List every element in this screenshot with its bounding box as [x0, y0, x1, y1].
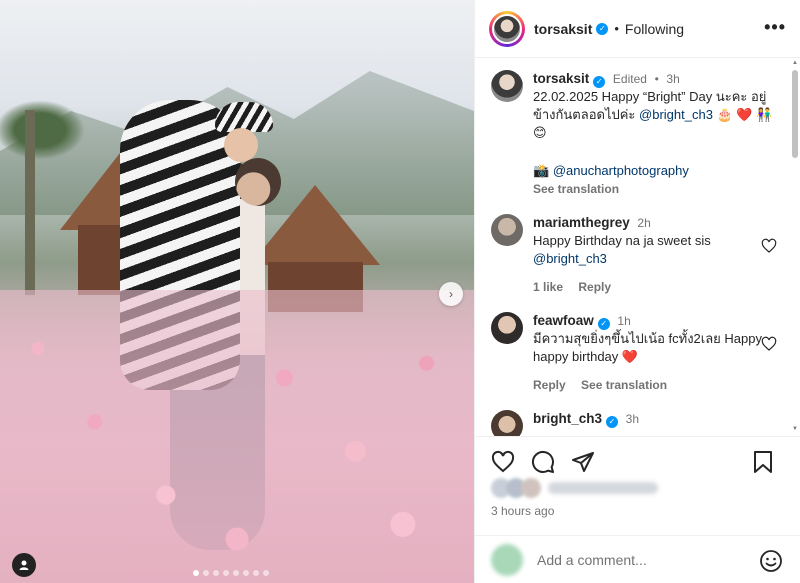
camera-icon: 📸	[533, 163, 550, 178]
comment-reply-button[interactable]: Reply	[578, 280, 611, 294]
comment-actions: 1 like Reply	[533, 278, 773, 296]
photo-credit: 📸 @anuchartphotography	[533, 162, 773, 180]
comment-age[interactable]: 1h	[617, 314, 630, 328]
comment-username[interactable]: bright_ch3	[533, 411, 602, 426]
comment-text: Happy Birthday na ja sweet sis @bright_c…	[533, 232, 773, 268]
carousel-dot	[203, 570, 209, 576]
author-avatar[interactable]	[492, 13, 522, 44]
post-side-panel: torsaksit ✓ • Following ••• torsaksit ✓ E…	[474, 0, 800, 583]
comment-age[interactable]: 3h	[626, 412, 639, 426]
caption-avatar[interactable]	[491, 70, 523, 102]
verified-badge-icon: ✓	[597, 318, 610, 330]
heart-icon[interactable]	[491, 450, 515, 474]
comment-age[interactable]: 2h	[637, 216, 650, 230]
comments-scrollbar[interactable]: ▲ ▼	[792, 58, 798, 436]
commenter-avatar[interactable]	[491, 312, 523, 344]
add-comment-input[interactable]: Add a comment...	[537, 552, 647, 568]
comment-heart-icon[interactable]	[761, 238, 777, 254]
carousel-dot	[233, 570, 239, 576]
carousel-dot	[213, 570, 219, 576]
comment-icon[interactable]	[531, 450, 555, 474]
more-options-icon[interactable]: •••	[764, 17, 786, 38]
commenter-avatar[interactable]	[491, 410, 523, 436]
scrollbar-thumb[interactable]	[792, 70, 798, 158]
verified-badge-icon: ✓	[593, 76, 606, 88]
post-header: torsaksit ✓ • Following •••	[475, 0, 800, 58]
carousel-next-button[interactable]: ›	[439, 282, 463, 306]
liked-by-summary[interactable]	[491, 478, 658, 498]
carousel-dots	[193, 570, 269, 576]
header-separator: •	[614, 21, 619, 36]
caption-username[interactable]: torsaksit	[533, 71, 589, 86]
see-translation-link[interactable]: See translation	[533, 180, 773, 198]
woman-face	[224, 128, 258, 162]
comment-item: bright_ch3 ✓ 3h	[491, 410, 785, 436]
post-timestamp[interactable]: 3 hours ago	[491, 504, 554, 518]
liker-avatar	[521, 478, 541, 498]
comment-mention[interactable]: @bright_ch3	[533, 251, 607, 266]
comment-item: mariamthegrey 2h Happy Birthday na ja sw…	[491, 214, 785, 296]
comment-username[interactable]: feawfoaw	[533, 313, 594, 328]
verified-badge-icon: ✓	[606, 416, 619, 428]
palm-tree-trunk	[25, 110, 35, 295]
comment-item: feawfoaw ✓ 1h มีความสุขยิ่งๆขึ้นไปเน้อ fc…	[491, 312, 785, 394]
flower-field	[0, 290, 474, 583]
share-icon[interactable]	[571, 450, 595, 474]
edited-label: Edited	[612, 72, 647, 86]
add-comment-bar: Add a comment...	[475, 535, 800, 583]
commenter-avatar[interactable]	[491, 214, 523, 246]
post-dialog: › torsaksit ✓ • Following ••• torsaksit …	[0, 0, 800, 583]
likes-count-blurred	[548, 482, 658, 494]
emoji-icon[interactable]	[759, 549, 783, 573]
carousel-dot	[253, 570, 259, 576]
verified-badge-icon: ✓	[596, 22, 609, 35]
carousel-dot	[243, 570, 249, 576]
current-user-avatar	[491, 543, 523, 576]
author-username[interactable]: torsaksit	[534, 21, 592, 37]
caption-mention[interactable]: @bright_ch3	[639, 107, 713, 122]
author-avatar-ring[interactable]	[489, 10, 525, 47]
caption: torsaksit ✓ Edited • 3h 22.02.2025 Happy …	[491, 70, 785, 198]
comment-text-body: Happy Birthday na ja sweet sis	[533, 233, 711, 248]
photo-credit-mention[interactable]: @anuchartphotography	[553, 163, 689, 178]
caption-age[interactable]: 3h	[666, 72, 679, 86]
man-head	[235, 158, 281, 206]
scroll-up-arrow-icon[interactable]: ▲	[792, 60, 798, 66]
comment-actions: Reply See translation	[533, 376, 773, 394]
bookmark-icon[interactable]	[751, 450, 775, 474]
comment-reply-button[interactable]: Reply	[533, 378, 566, 392]
comment-heart-icon[interactable]	[761, 336, 777, 352]
person-tag-icon	[19, 560, 29, 570]
comment-text: มีความสุขยิ่งๆขึ้นไปเน้อ fcทั้ง2เลย Happ…	[533, 331, 762, 364]
scroll-down-arrow-icon[interactable]: ▼	[792, 426, 798, 432]
post-photo[interactable]: ›	[0, 0, 474, 583]
comment-username[interactable]: mariamthegrey	[533, 215, 630, 230]
carousel-dot	[223, 570, 229, 576]
carousel-dot	[263, 570, 269, 576]
caption-dot: •	[654, 72, 659, 86]
caption-text: 22.02.2025 Happy “Bright” Day นะคะ อยู่ข…	[533, 88, 773, 142]
comment-see-translation[interactable]: See translation	[581, 378, 667, 392]
comment-likes-count[interactable]: 1 like	[533, 280, 563, 294]
carousel-dot	[193, 570, 199, 576]
comments-list[interactable]: torsaksit ✓ Edited • 3h 22.02.2025 Happy …	[475, 58, 800, 436]
following-button[interactable]: Following	[625, 21, 684, 37]
tagged-people-button[interactable]	[12, 553, 36, 577]
chevron-right-icon: ›	[449, 287, 453, 301]
